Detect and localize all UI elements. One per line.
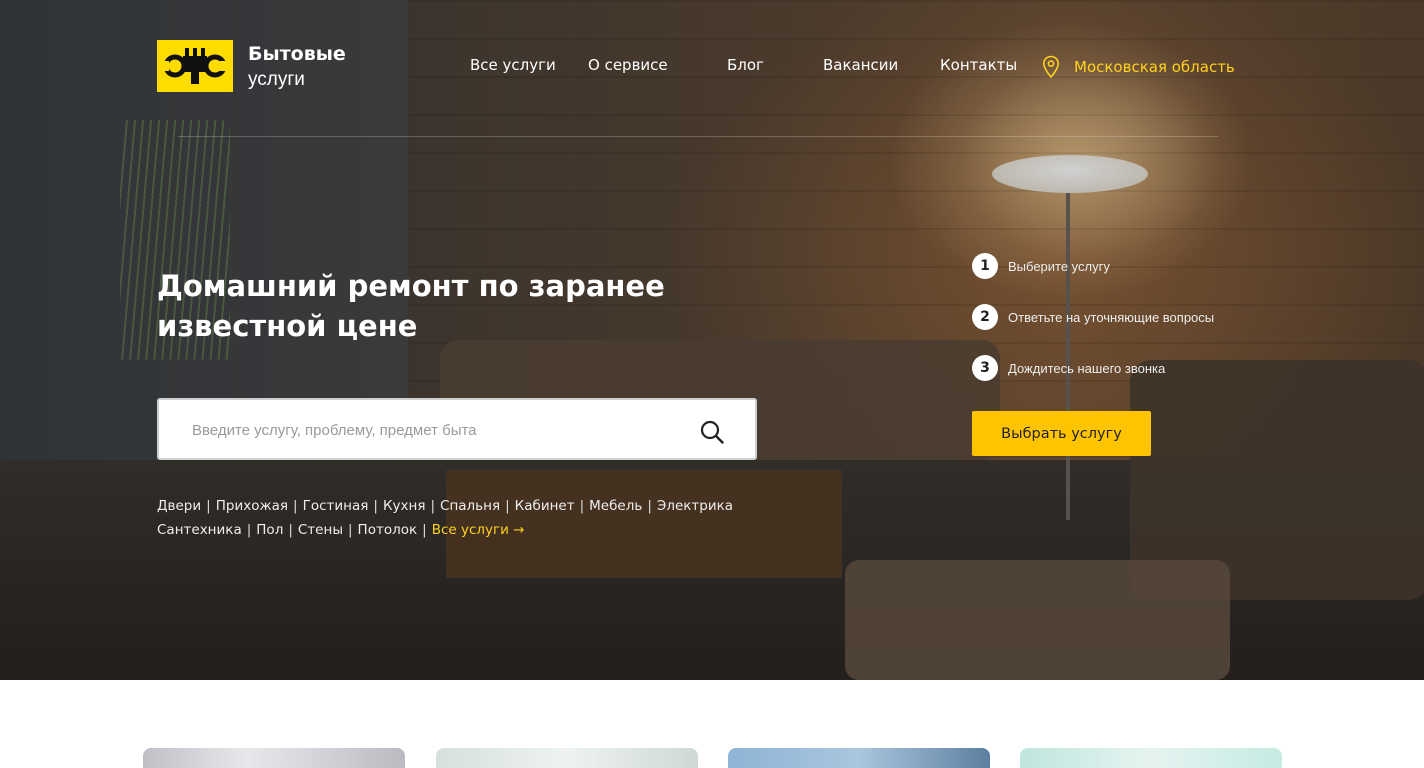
nav-item-contacts[interactable]: Контакты bbox=[940, 56, 1017, 74]
location-selector[interactable]: Московская область bbox=[1042, 55, 1235, 79]
tag-office[interactable]: Кабинет bbox=[515, 498, 575, 514]
nav-item-about[interactable]: О сервисе bbox=[588, 56, 668, 74]
tag-plumbing[interactable]: Сантехника bbox=[157, 522, 242, 538]
service-card[interactable] bbox=[1020, 748, 1282, 768]
tag-separator: | bbox=[347, 522, 353, 538]
tag-kitchen[interactable]: Кухня bbox=[383, 498, 426, 514]
tag-ceiling[interactable]: Потолок bbox=[358, 522, 418, 538]
tag-bedroom[interactable]: Спальня bbox=[440, 498, 500, 514]
step-item: 1 Выберите услугу bbox=[972, 253, 1110, 279]
tag-separator: | bbox=[293, 498, 298, 514]
search-icon[interactable] bbox=[699, 419, 725, 445]
step-text: Ответьте на уточняющие вопросы bbox=[1008, 309, 1215, 325]
tag-electrics[interactable]: Электрика bbox=[657, 498, 733, 514]
tag-hallway[interactable]: Прихожая bbox=[216, 498, 288, 514]
tag-floor[interactable]: Пол bbox=[256, 522, 283, 538]
hero-headline: Домашний ремонт по заранее известной цен… bbox=[157, 269, 665, 343]
tag-separator: | bbox=[430, 498, 436, 514]
tag-furniture[interactable]: Мебель bbox=[589, 498, 642, 514]
search-input[interactable] bbox=[192, 418, 672, 442]
nav-item-blog[interactable]: Блог bbox=[727, 56, 764, 74]
logo[interactable] bbox=[157, 40, 233, 92]
category-tags: Двери | Прихожая | Гостиная | Кухня | Спальня | Ка… bbox=[157, 494, 737, 542]
search-box bbox=[157, 398, 757, 460]
step-item: 2 Ответьте на уточняющие вопросы bbox=[972, 304, 1214, 330]
all-services-link[interactable]: Все услуги → bbox=[432, 522, 525, 538]
tag-separator: | bbox=[505, 498, 510, 514]
brand-line-2: услуги bbox=[248, 69, 305, 90]
wrench-logo-icon bbox=[163, 48, 227, 84]
header-divider bbox=[178, 136, 1218, 137]
map-pin-icon bbox=[1042, 55, 1060, 79]
location-label: Московская область bbox=[1074, 58, 1235, 76]
step-item: 3 Дождитесь нашего звонка bbox=[972, 355, 1165, 381]
step-number: 1 bbox=[972, 253, 998, 279]
tag-separator: | bbox=[246, 522, 252, 538]
service-card[interactable] bbox=[143, 748, 405, 768]
step-text: Выберите услугу bbox=[1008, 258, 1110, 274]
brand-name[interactable]: Бытовые услуги bbox=[248, 42, 346, 94]
tag-separator: | bbox=[288, 522, 293, 538]
tag-separator: | bbox=[206, 498, 211, 514]
tag-separator: | bbox=[579, 498, 585, 514]
tag-doors[interactable]: Двери bbox=[157, 498, 201, 514]
step-number: 3 bbox=[972, 355, 998, 381]
choose-service-button[interactable]: Выбрать услугу bbox=[972, 411, 1151, 456]
step-number: 2 bbox=[972, 304, 998, 330]
service-card[interactable] bbox=[436, 748, 698, 768]
service-card[interactable] bbox=[728, 748, 990, 768]
tag-walls[interactable]: Стены bbox=[298, 522, 343, 538]
tag-separator: | bbox=[647, 498, 652, 514]
tag-separator: | bbox=[373, 498, 378, 514]
step-text: Дождитесь нашего звонка bbox=[1008, 360, 1166, 376]
tag-separator: | bbox=[422, 522, 427, 538]
nav-item-all-services[interactable]: Все услуги bbox=[470, 56, 556, 74]
nav-item-vacancies[interactable]: Вакансии bbox=[823, 56, 898, 74]
brand-line-1: Бытовые bbox=[248, 43, 346, 65]
hero-section: Бытовые услуги Все услуги О сервисе Блог… bbox=[0, 0, 1424, 680]
tag-living-room[interactable]: Гостиная bbox=[303, 498, 369, 514]
